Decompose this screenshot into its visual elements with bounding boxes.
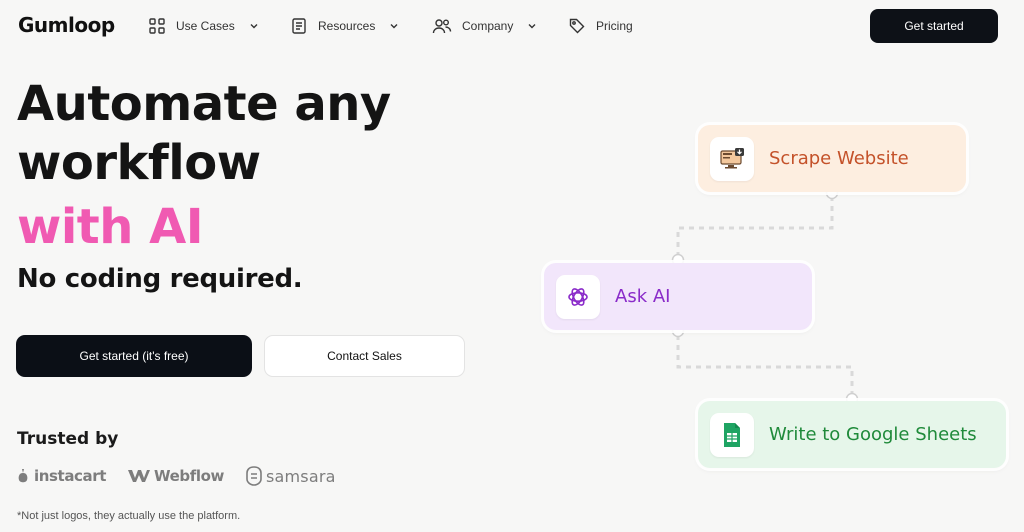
scrape-website-label: Scrape Website [769,148,909,169]
workflow-node-scrape-website[interactable]: Scrape Website [698,125,966,192]
ask-ai-label: Ask AI [615,286,671,307]
workflow-node-ask-ai[interactable]: Ask AI [544,263,812,330]
scrape-icon-box [710,136,754,181]
workflow-node-write-google-sheets[interactable]: Write to Google Sheets [698,401,1006,468]
write-google-sheets-label: Write to Google Sheets [769,424,977,445]
monitor-download-icon [720,147,744,168]
ask-ai-icon-box [556,274,600,319]
openai-icon [568,287,588,306]
sheets-icon-box [710,412,754,457]
google-sheets-icon [724,422,740,447]
